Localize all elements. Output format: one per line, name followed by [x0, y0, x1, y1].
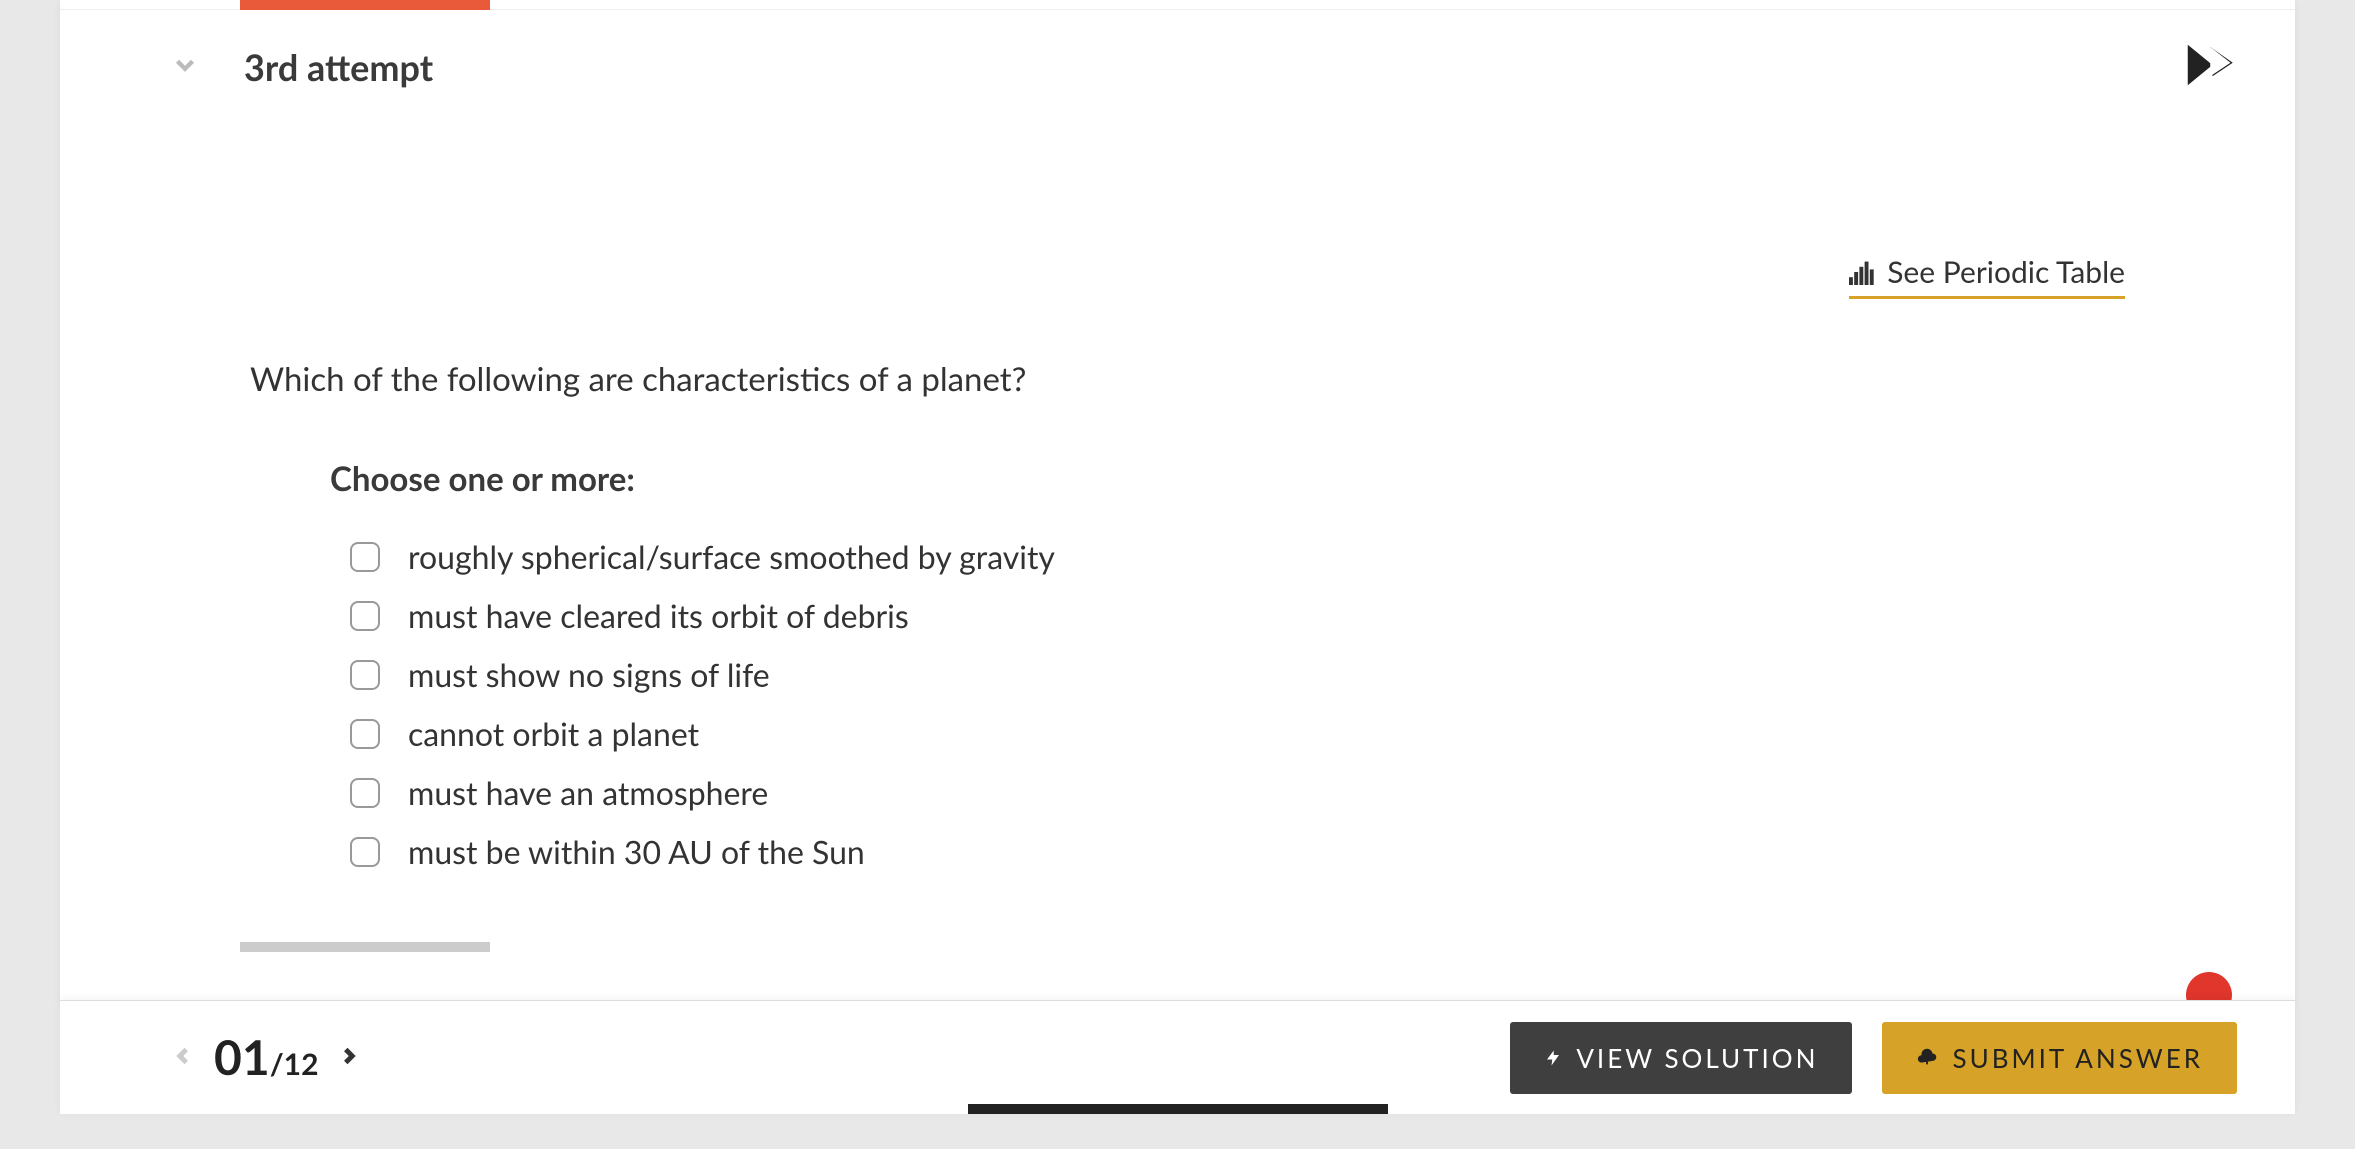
- periodic-table-icon: [1849, 259, 1875, 285]
- option-row[interactable]: must show no signs of life: [350, 645, 2295, 704]
- prev-question-button[interactable]: [170, 1037, 196, 1079]
- checkbox[interactable]: [350, 778, 380, 808]
- option-label: must have cleared its orbit of debris: [408, 596, 909, 635]
- option-label: must show no signs of life: [408, 655, 770, 694]
- option-row[interactable]: must have cleared its orbit of debris: [350, 586, 2295, 645]
- periodic-table-link[interactable]: See Periodic Table: [1849, 254, 2125, 299]
- next-attempt-progress: [240, 942, 490, 952]
- periodic-table-label: See Periodic Table: [1887, 254, 2125, 290]
- checkbox[interactable]: [350, 719, 380, 749]
- action-buttons: VIEW SOLUTION SUBMIT ANSWER: [1510, 1022, 2237, 1094]
- view-solution-button[interactable]: VIEW SOLUTION: [1510, 1022, 1852, 1094]
- page-total: 12: [284, 1046, 319, 1082]
- question-card: 3rd attempt See Periodic Tabl: [60, 0, 2295, 1000]
- attempt-header: 3rd attempt: [60, 10, 2295, 124]
- attempt-title: 3rd attempt: [244, 45, 433, 89]
- option-label: must be within 30 AU of the Sun: [408, 832, 865, 871]
- checkbox[interactable]: [350, 601, 380, 631]
- checkbox[interactable]: [350, 837, 380, 867]
- collapse-toggle[interactable]: [170, 50, 200, 84]
- page-current: 01: [214, 1029, 270, 1086]
- option-row[interactable]: must be within 30 AU of the Sun: [350, 822, 2295, 881]
- checkbox[interactable]: [350, 660, 380, 690]
- chevron-down-icon: [170, 50, 200, 80]
- option-row[interactable]: roughly spherical/surface smoothed by gr…: [350, 527, 2295, 586]
- question-block: Which of the following are characteristi…: [60, 299, 2295, 881]
- flag-icon: [2181, 38, 2235, 92]
- next-question-button[interactable]: [336, 1037, 362, 1079]
- chevron-left-icon: [170, 1037, 196, 1075]
- progress-strip: [60, 0, 2295, 10]
- option-row[interactable]: cannot orbit a planet: [350, 704, 2295, 763]
- chevron-right-icon: [336, 1037, 362, 1075]
- progress-segment-active: [240, 0, 490, 10]
- submit-answer-button[interactable]: SUBMIT ANSWER: [1882, 1022, 2237, 1094]
- page-nav: 01 /12: [170, 1029, 362, 1086]
- option-label: roughly spherical/surface smoothed by gr…: [408, 537, 1055, 576]
- question-instruction: Choose one or more:: [330, 459, 2295, 499]
- page-counter: 01 /12: [214, 1029, 318, 1086]
- options-list: roughly spherical/surface smoothed by gr…: [350, 527, 2295, 881]
- flag-button[interactable]: [2181, 38, 2235, 96]
- question-prompt: Which of the following are characteristi…: [250, 359, 2295, 399]
- footer-bar: 01 /12 VIEW SOLUTION SUBMIT ANSWER: [60, 1000, 2295, 1114]
- checkbox[interactable]: [350, 542, 380, 572]
- horizontal-scroll-indicator[interactable]: [968, 1104, 1388, 1114]
- notification-badge[interactable]: [2186, 972, 2232, 1000]
- lightning-icon: [1544, 1045, 1562, 1071]
- upload-cloud-icon: [1916, 1047, 1938, 1069]
- option-label: must have an atmosphere: [408, 773, 768, 812]
- option-row[interactable]: must have an atmosphere: [350, 763, 2295, 822]
- option-label: cannot orbit a planet: [408, 714, 699, 753]
